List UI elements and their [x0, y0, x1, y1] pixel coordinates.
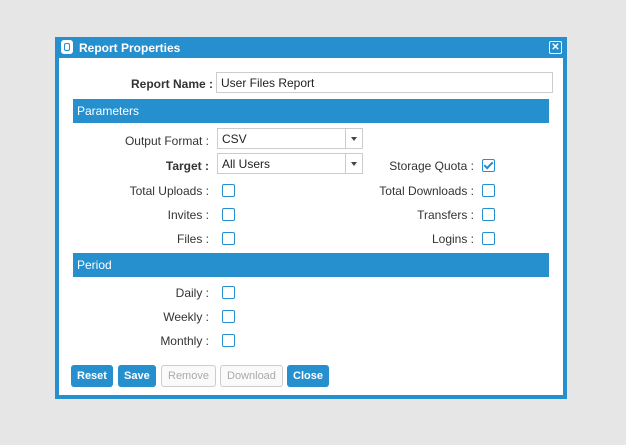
save-button[interactable]: Save [118, 365, 156, 387]
period-header: Period [73, 253, 549, 277]
parameters-header: Parameters [73, 99, 549, 123]
files-checkbox[interactable] [222, 232, 235, 245]
report-name-label: Report Name : [130, 77, 213, 91]
transfers-label: Transfers : [417, 208, 474, 222]
logins-label: Logins : [431, 232, 474, 246]
remove-button[interactable]: Remove [161, 365, 216, 387]
monthly-label: Monthly : [160, 334, 209, 348]
weekly-label: Weekly : [163, 310, 209, 324]
transfers-checkbox[interactable] [482, 208, 495, 221]
weekly-checkbox[interactable] [222, 310, 235, 323]
report-name-input[interactable]: User Files Report [216, 72, 553, 93]
monthly-checkbox[interactable] [222, 334, 235, 347]
download-button[interactable]: Download [220, 365, 283, 387]
daily-label: Daily : [175, 286, 209, 300]
invites-label: Invites : [167, 208, 209, 222]
dialog-title-bar: Report Properties ✕ [55, 37, 567, 58]
output-format-select[interactable]: CSV [217, 128, 363, 149]
app-logo-icon [61, 40, 73, 54]
storage-quota-label: Storage Quota : [389, 159, 474, 173]
dialog-title: Report Properties [79, 41, 181, 55]
storage-quota-checkbox[interactable] [482, 159, 495, 172]
files-label: Files : [176, 232, 209, 246]
logins-checkbox[interactable] [482, 232, 495, 245]
output-format-value: CSV [222, 132, 247, 146]
target-label: Target : [165, 159, 209, 173]
reset-button[interactable]: Reset [71, 365, 113, 387]
close-icon[interactable]: ✕ [549, 41, 562, 54]
total-downloads-label: Total Downloads : [379, 184, 474, 198]
target-value: All Users [222, 157, 271, 171]
output-format-label: Output Format : [124, 134, 209, 148]
report-properties-dialog: Report Properties ✕ Report Name : User F… [55, 37, 567, 399]
daily-checkbox[interactable] [222, 286, 235, 299]
total-downloads-checkbox[interactable] [482, 184, 495, 197]
invites-checkbox[interactable] [222, 208, 235, 221]
chevron-down-icon [345, 129, 362, 148]
close-button[interactable]: Close [287, 365, 329, 387]
total-uploads-checkbox[interactable] [222, 184, 235, 197]
total-uploads-label: Total Uploads : [129, 184, 209, 198]
